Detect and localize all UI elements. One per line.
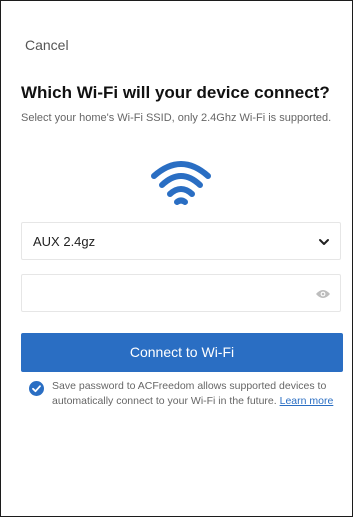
- learn-more-link[interactable]: Learn more: [280, 395, 334, 407]
- page-title: Which Wi-Fi will your device connect?: [21, 83, 330, 102]
- save-password-checkbox[interactable]: [29, 381, 44, 396]
- password-field-wrapper: [21, 274, 341, 312]
- wifi-icon: [148, 156, 214, 208]
- cancel-button[interactable]: Cancel: [25, 37, 69, 53]
- eye-icon[interactable]: [315, 287, 331, 299]
- save-password-note: Save password to ACFreedom allows suppor…: [52, 379, 342, 409]
- chevron-down-icon: [318, 235, 330, 247]
- connect-to-wifi-button[interactable]: Connect to Wi-Fi: [21, 333, 343, 372]
- ssid-value: AUX 2.4gz: [33, 234, 96, 249]
- app-screen: Cancel Which Wi-Fi will your device conn…: [0, 0, 353, 517]
- password-input[interactable]: [30, 281, 314, 307]
- page-subtitle: Select your home's Wi-Fi SSID, only 2.4G…: [21, 112, 332, 124]
- ssid-select[interactable]: AUX 2.4gz: [21, 222, 341, 260]
